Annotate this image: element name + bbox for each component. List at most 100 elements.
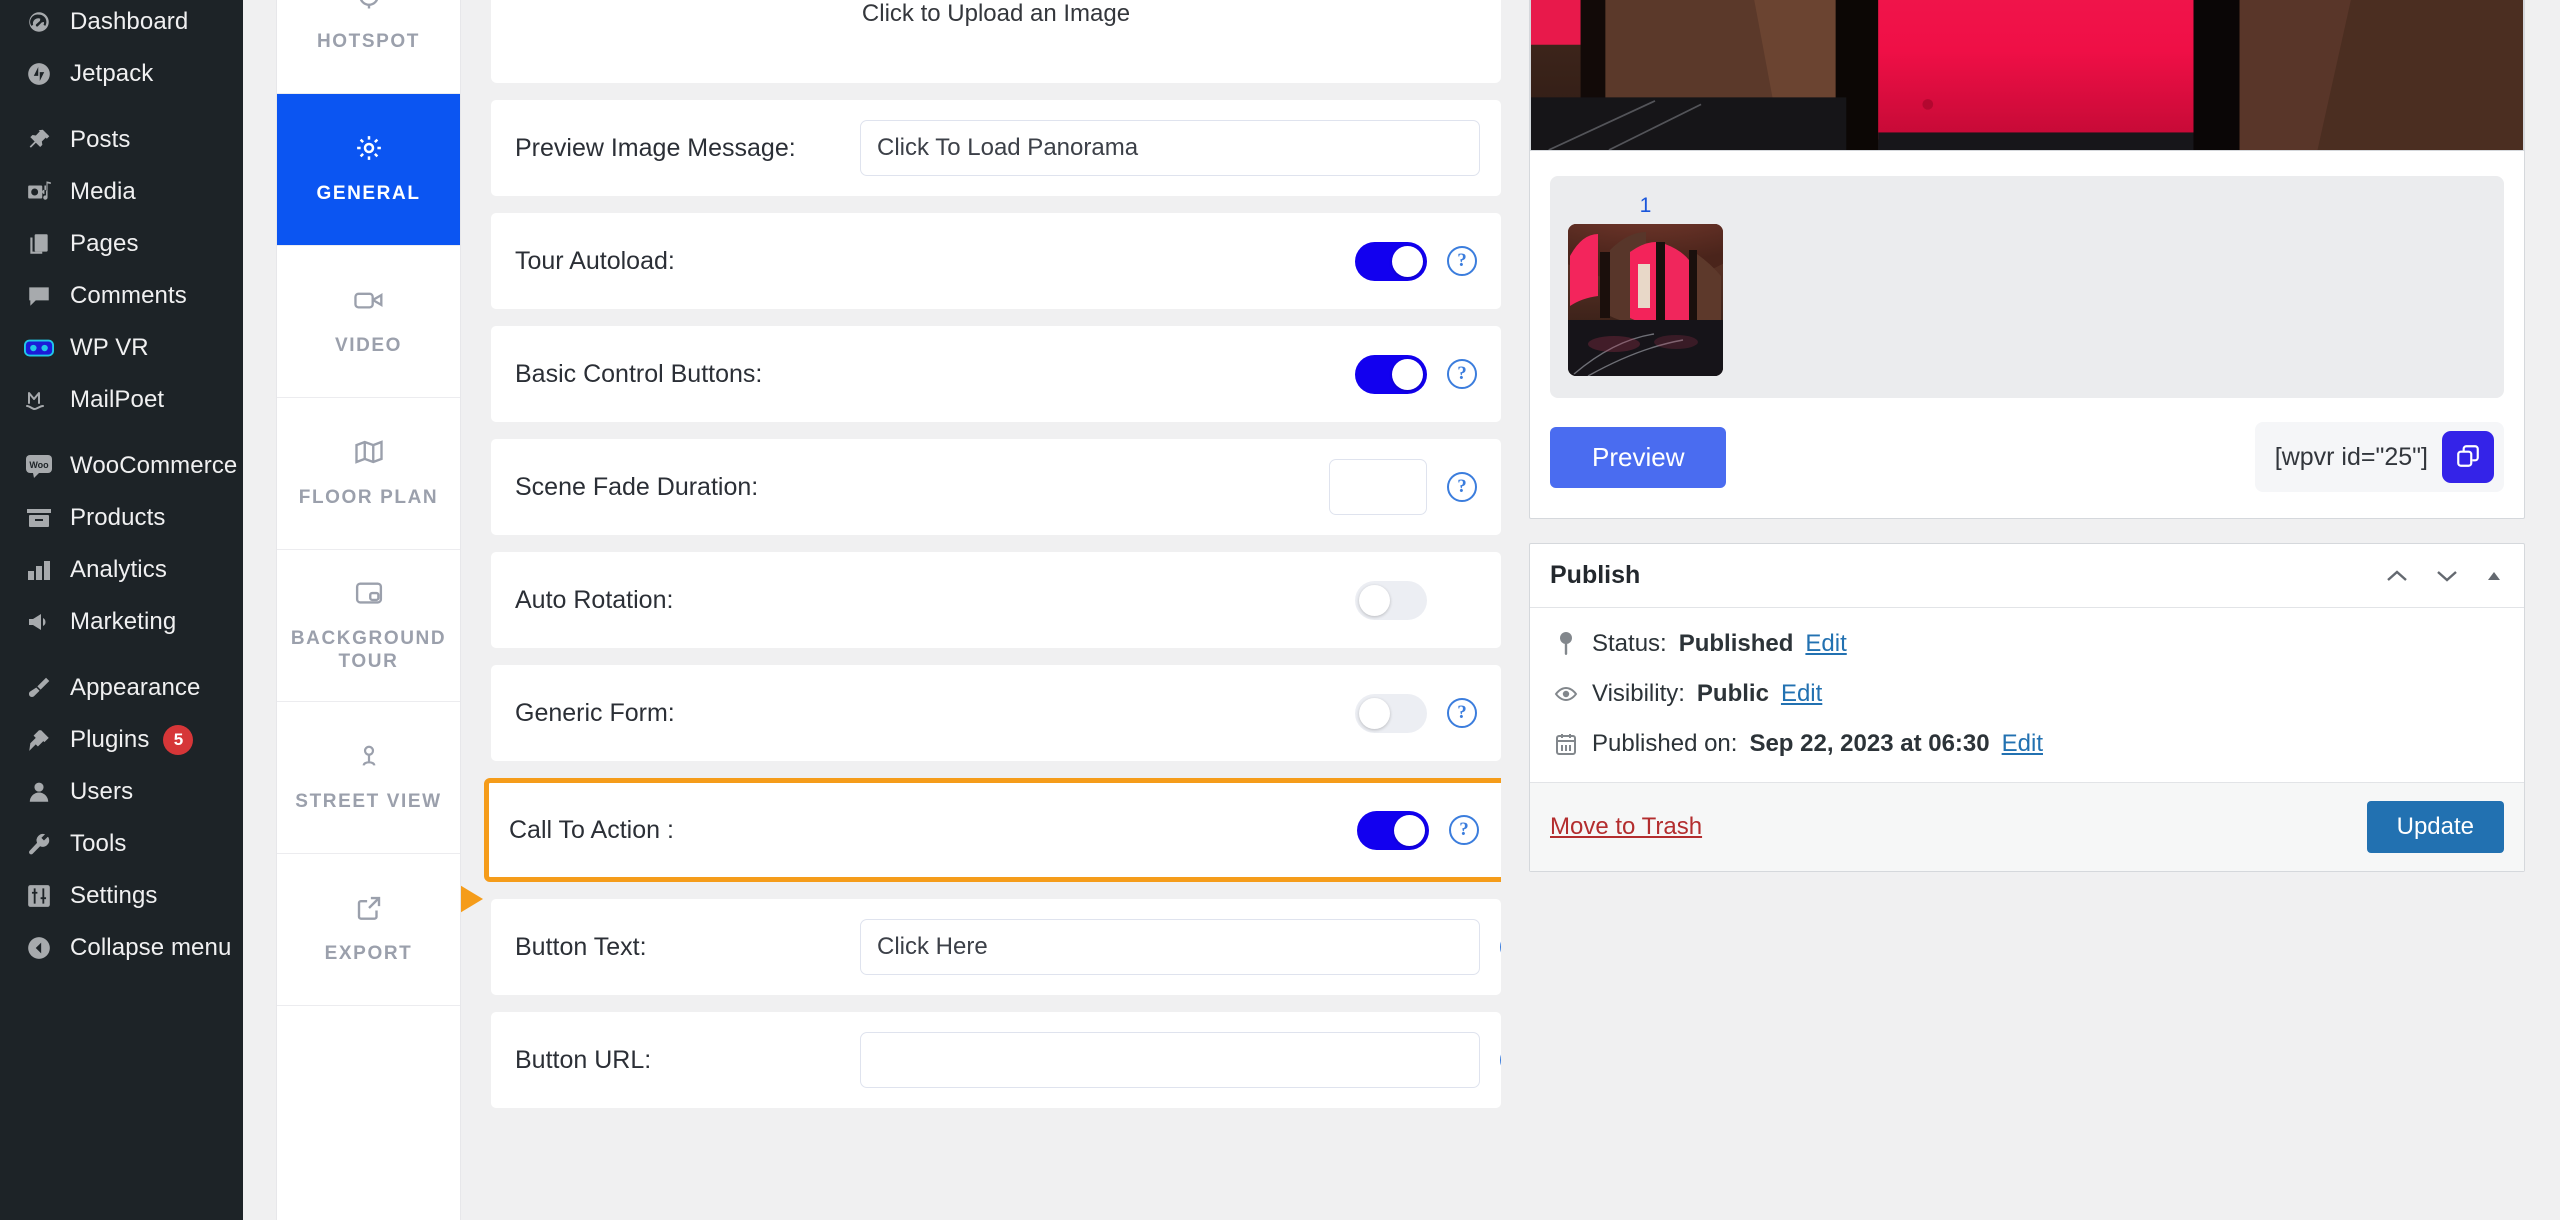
sidebar-item-products[interactable]: Products	[0, 492, 243, 544]
help-icon[interactable]: ?	[1500, 932, 1501, 962]
tab-hotspot[interactable]: HOTSPOT	[277, 0, 460, 94]
sidebar-item-label: Users	[70, 778, 134, 805]
upload-image-dropzone[interactable]: Click to Upload an Image	[491, 0, 1501, 83]
edit-published-date-link[interactable]: Edit	[2002, 730, 2043, 758]
publish-body: Status: Published Edit Visibility: Publi…	[1530, 608, 2524, 782]
user-icon	[22, 779, 56, 805]
sidebar-item-marketing[interactable]: Marketing	[0, 596, 243, 648]
generic-form-toggle[interactable]	[1355, 693, 1427, 733]
sidebar-item-label: Plugins	[70, 726, 150, 753]
setting-label: Auto Rotation:	[515, 585, 674, 614]
left-gutter	[243, 0, 276, 1220]
call-to-action-toggle[interactable]	[1357, 810, 1429, 850]
admin-page: Dashboard Jetpack Posts Media Pages Comm…	[0, 0, 2560, 1220]
dashboard-icon	[22, 9, 56, 35]
help-icon[interactable]: ?	[1447, 246, 1477, 276]
publish-title: Publish	[1550, 561, 1641, 589]
sliders-icon	[22, 883, 56, 909]
sidebar-item-settings[interactable]: Settings	[0, 870, 243, 922]
preview-image-message-input[interactable]: Click To Load Panorama	[860, 120, 1480, 176]
help-icon[interactable]: ?	[1449, 815, 1479, 845]
gear-icon	[354, 133, 384, 168]
tab-export[interactable]: EXPORT	[277, 854, 460, 1006]
tab-label: GENERAL	[316, 183, 421, 205]
sidebar-item-posts[interactable]: Posts	[0, 114, 243, 166]
edit-visibility-link[interactable]: Edit	[1781, 680, 1822, 708]
scene-index-label: 1	[1639, 194, 1652, 217]
move-to-trash-link[interactable]: Move to Trash	[1550, 813, 1702, 841]
status-value: Published	[1678, 630, 1794, 657]
scene-fade-duration-input[interactable]	[1329, 459, 1427, 515]
shortcode-text: [wpvr id="25"]	[2274, 442, 2428, 471]
toggle-panel-icon[interactable]	[2484, 568, 2504, 584]
sidebar-item-wp-vr[interactable]: WP VR	[0, 322, 243, 374]
sidebar-item-pages[interactable]: Pages	[0, 218, 243, 270]
tab-label: BACKGROUND TOUR	[290, 627, 447, 672]
plug-icon	[22, 727, 56, 753]
tab-floor-plan[interactable]: FLOOR PLAN	[277, 398, 460, 550]
sidebar-item-comments[interactable]: Comments	[0, 270, 243, 322]
sidebar-item-label: Products	[70, 504, 166, 531]
right-sidebar: 1 Preview [wpvr id="25"] Publish Status:…	[1501, 0, 2560, 1220]
paintbrush-icon	[22, 675, 56, 701]
tab-label: EXPORT	[324, 943, 413, 965]
setting-label: Scene Fade Duration:	[515, 472, 759, 501]
setting-row-call-to-action: Call To Action : ?	[461, 778, 1501, 913]
copy-icon	[2455, 443, 2481, 472]
sidebar-item-plugins[interactable]: Plugins 5	[0, 714, 243, 766]
setting-row-preview-image-message: Preview Image Message: Click To Load Pan…	[491, 100, 1501, 196]
update-button[interactable]: Update	[2366, 801, 2504, 853]
general-settings-panel: Click to Upload an Image Preview Image M…	[461, 0, 1501, 1220]
tour-autoload-toggle[interactable]	[1355, 241, 1427, 281]
tab-street-view[interactable]: STREET VIEW	[277, 702, 460, 854]
help-icon[interactable]: ?	[1500, 1045, 1501, 1075]
basic-control-buttons-toggle[interactable]	[1355, 354, 1427, 394]
megaphone-icon	[22, 610, 56, 634]
mailpoet-icon	[22, 387, 56, 413]
setting-label: Generic Form:	[515, 698, 675, 727]
sidebar-item-analytics[interactable]: Analytics	[0, 544, 243, 596]
setting-row-button-text: Button Text: Click Here ?	[491, 899, 1501, 995]
sidebar-item-jetpack[interactable]: Jetpack	[0, 48, 243, 100]
sidebar-item-label: Appearance	[70, 674, 201, 701]
pages-icon	[22, 231, 56, 257]
setting-label: Button Text:	[515, 932, 647, 961]
move-up-icon[interactable]	[2384, 567, 2410, 585]
sidebar-item-label: Posts	[70, 126, 131, 153]
setting-label: Preview Image Message:	[515, 133, 796, 162]
pin-icon	[22, 127, 56, 153]
button-url-input[interactable]	[860, 1032, 1480, 1088]
products-icon	[22, 505, 56, 531]
help-icon[interactable]: ?	[1447, 698, 1477, 728]
help-icon[interactable]: ?	[1447, 472, 1477, 502]
copy-shortcode-button[interactable]	[2442, 431, 2494, 483]
sidebar-item-mailpoet[interactable]: MailPoet	[0, 374, 243, 426]
sidebar-item-woocommerce[interactable]: Woo WooCommerce	[0, 440, 243, 492]
sidebar-separator	[0, 100, 243, 114]
sidebar-item-dashboard[interactable]: Dashboard	[0, 0, 243, 48]
sidebar-item-media[interactable]: Media	[0, 166, 243, 218]
external-link-icon	[354, 893, 384, 928]
move-down-icon[interactable]	[2434, 567, 2460, 585]
sidebar-item-tools[interactable]: Tools	[0, 818, 243, 870]
scene-thumbnail[interactable]	[1568, 224, 1723, 376]
edit-status-link[interactable]: Edit	[1805, 630, 1846, 658]
button-text-input[interactable]: Click Here	[860, 919, 1480, 975]
sidebar-item-appearance[interactable]: Appearance	[0, 662, 243, 714]
tab-video[interactable]: VIDEO	[277, 246, 460, 398]
sidebar-item-label: MailPoet	[70, 386, 165, 413]
sidebar-item-label: Pages	[70, 230, 139, 257]
help-icon[interactable]: ?	[1447, 359, 1477, 389]
publish-status-line: Status: Published Edit	[1552, 630, 2504, 658]
pin-status-icon	[1552, 631, 1580, 657]
sidebar-item-collapse-menu[interactable]: Collapse menu	[0, 922, 243, 974]
tab-label: VIDEO	[334, 335, 403, 357]
preview-button[interactable]: Preview	[1550, 426, 1727, 488]
sidebar-item-label: Settings	[70, 882, 158, 909]
setting-row-generic-form: Generic Form: ?	[491, 665, 1501, 761]
tab-background-tour[interactable]: BACKGROUND TOUR	[277, 550, 460, 702]
auto-rotation-toggle[interactable]	[1355, 580, 1427, 620]
sidebar-item-users[interactable]: Users	[0, 766, 243, 818]
tab-general[interactable]: GENERAL	[277, 94, 460, 246]
bar-chart-icon	[22, 558, 56, 582]
